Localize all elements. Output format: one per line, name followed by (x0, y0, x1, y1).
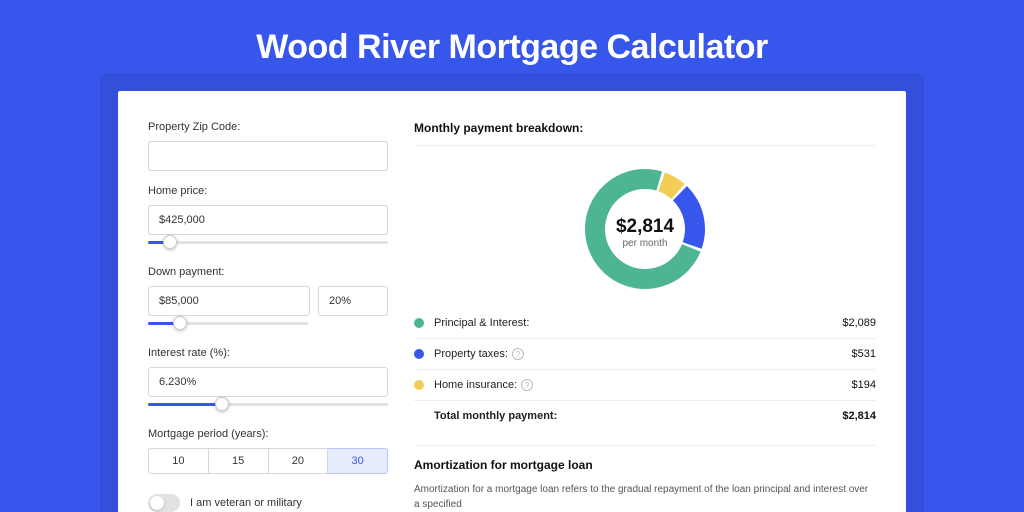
legend-row: Home insurance:?$194 (414, 370, 876, 401)
period-button-10[interactable]: 10 (148, 448, 209, 474)
home-price-input[interactable] (148, 205, 388, 235)
down-payment-slider-thumb[interactable] (173, 316, 187, 330)
veteran-toggle-knob (150, 496, 164, 510)
calculator-card: Property Zip Code: Home price: Down paym… (118, 91, 906, 512)
down-payment-amount-input[interactable] (148, 286, 310, 316)
help-icon[interactable]: ? (521, 379, 533, 391)
legend-label: Home insurance:? (434, 379, 852, 391)
period-button-20[interactable]: 20 (269, 448, 329, 474)
legend-row: Property taxes:?$531 (414, 339, 876, 370)
down-payment-slider[interactable] (148, 319, 308, 333)
period-button-group: 10152030 (148, 448, 388, 474)
legend-row: Principal & Interest:$2,089 (414, 308, 876, 339)
home-price-field: Home price: (148, 185, 388, 252)
breakdown-title: Monthly payment breakdown: (414, 121, 876, 146)
amortization-body: Amortization for a mortgage loan refers … (414, 482, 876, 512)
mortgage-period-field: Mortgage period (years): 10152030 (148, 428, 388, 474)
donut-center-value: $2,814 (616, 216, 674, 238)
veteran-toggle-row: I am veteran or military (148, 494, 388, 512)
donut-chart: $2,814 per month (414, 158, 876, 308)
legend-label: Property taxes:? (434, 348, 852, 360)
veteran-toggle[interactable] (148, 494, 180, 512)
legend-value: $2,089 (842, 317, 876, 329)
interest-rate-label: Interest rate (%): (148, 347, 388, 359)
breakdown-column: Monthly payment breakdown: $2,814 per mo… (414, 121, 876, 512)
legend-value: $194 (852, 379, 876, 391)
amortization-section: Amortization for mortgage loan Amortizat… (414, 445, 876, 512)
legend-total-value: $2,814 (842, 410, 876, 422)
down-payment-field: Down payment: (148, 266, 388, 333)
zip-label: Property Zip Code: (148, 121, 388, 133)
legend-total-row: Total monthly payment: $2,814 (414, 401, 876, 431)
interest-rate-slider[interactable] (148, 400, 388, 414)
donut-center-sub: per month (616, 238, 674, 249)
legend-dot (414, 349, 424, 359)
period-button-15[interactable]: 15 (209, 448, 269, 474)
help-icon[interactable]: ? (512, 348, 524, 360)
legend-list: Principal & Interest:$2,089Property taxe… (414, 308, 876, 401)
inputs-column: Property Zip Code: Home price: Down paym… (148, 121, 388, 512)
down-payment-label: Down payment: (148, 266, 388, 278)
interest-rate-slider-thumb[interactable] (215, 397, 229, 411)
veteran-label: I am veteran or military (190, 497, 302, 509)
zip-input[interactable] (148, 141, 388, 171)
down-payment-percent-input[interactable] (318, 286, 388, 316)
donut-slice (673, 186, 705, 249)
home-price-slider[interactable] (148, 238, 388, 252)
legend-dot (414, 380, 424, 390)
zip-field: Property Zip Code: (148, 121, 388, 171)
amortization-title: Amortization for mortgage loan (414, 458, 876, 472)
legend-label: Principal & Interest: (434, 317, 842, 329)
interest-rate-input[interactable] (148, 367, 388, 397)
mortgage-period-label: Mortgage period (years): (148, 428, 388, 440)
page-title: Wood River Mortgage Calculator (0, 0, 1024, 91)
home-price-slider-thumb[interactable] (163, 235, 177, 249)
period-button-30[interactable]: 30 (328, 448, 388, 474)
home-price-label: Home price: (148, 185, 388, 197)
legend-dot (414, 318, 424, 328)
interest-rate-field: Interest rate (%): (148, 347, 388, 414)
legend-total-label: Total monthly payment: (434, 410, 842, 422)
donut-center: $2,814 per month (616, 216, 674, 249)
legend-value: $531 (852, 348, 876, 360)
